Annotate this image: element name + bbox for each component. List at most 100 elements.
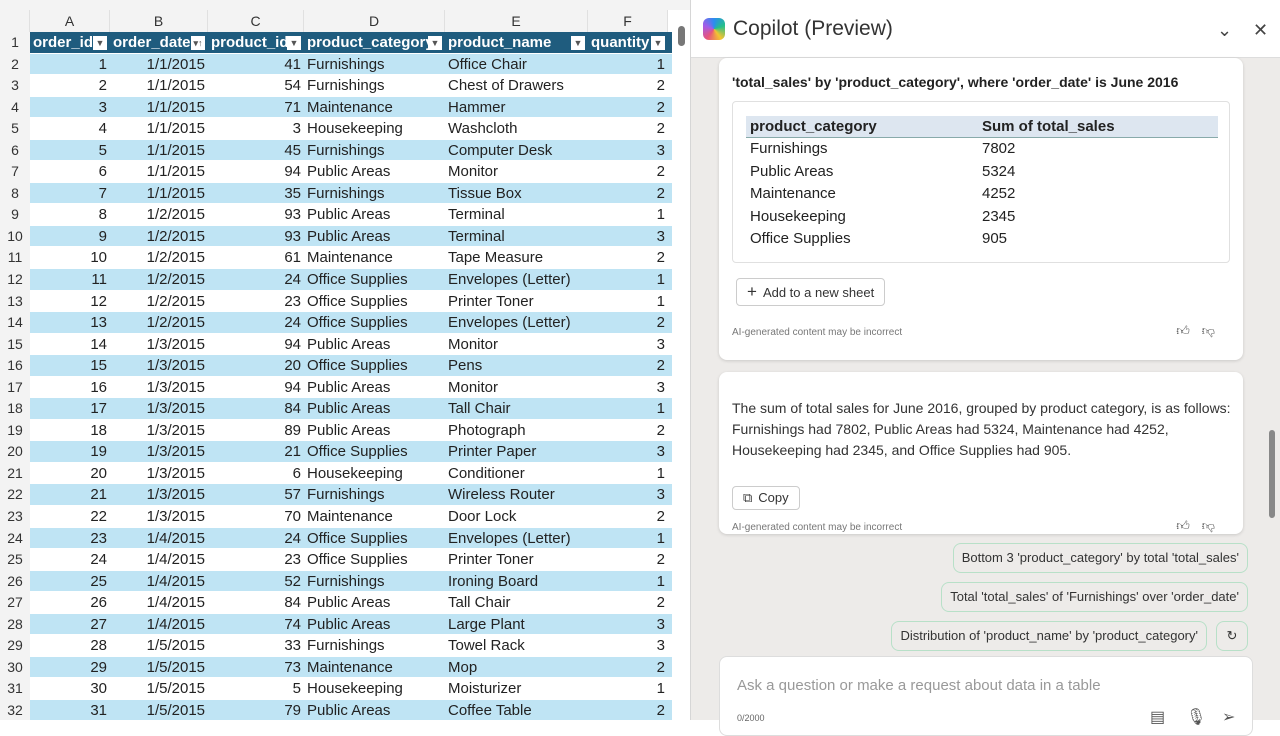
row-number[interactable]: 4 [0, 96, 30, 119]
cell-next[interactable] [668, 635, 672, 657]
header-next-col[interactable] [668, 32, 672, 54]
cell-order-date[interactable]: 1/2/2015 [110, 291, 208, 313]
cell-order-id[interactable]: 5 [30, 139, 110, 162]
cell-next[interactable] [668, 570, 672, 593]
cell-product-name[interactable]: Computer Desk [445, 139, 588, 162]
cell-next[interactable] [668, 139, 672, 162]
cell-product-category[interactable]: Office Supplies [304, 527, 445, 550]
cell-product-category[interactable]: Office Supplies [304, 355, 445, 377]
cell-next[interactable] [668, 161, 672, 183]
row-number[interactable]: 26 [0, 570, 30, 593]
cell-product-name[interactable]: Pens [445, 355, 588, 377]
cell-order-date[interactable]: 1/1/2015 [110, 96, 208, 119]
row-number[interactable]: 3 [0, 75, 30, 97]
cell-quantity[interactable]: 3 [588, 377, 668, 399]
cell-product-id[interactable]: 33 [208, 635, 304, 657]
cell-quantity[interactable]: 2 [588, 592, 668, 614]
cell-product-id[interactable]: 89 [208, 420, 304, 442]
cell-order-date[interactable]: 1/4/2015 [110, 592, 208, 614]
cell-product-id[interactable]: 93 [208, 204, 304, 226]
cell-order-id[interactable]: 3 [30, 96, 110, 119]
row-number[interactable]: 6 [0, 139, 30, 162]
cell-product-category[interactable]: Public Areas [304, 699, 445, 720]
cell-order-id[interactable]: 4 [30, 118, 110, 140]
row-number[interactable]: 22 [0, 484, 30, 507]
cell-product-category[interactable]: Office Supplies [304, 312, 445, 334]
cell-order-id[interactable]: 8 [30, 204, 110, 226]
cell-order-date[interactable]: 1/3/2015 [110, 441, 208, 463]
cell-quantity[interactable]: 3 [588, 635, 668, 657]
cell-quantity[interactable]: 2 [588, 96, 668, 119]
row-number[interactable]: 17 [0, 376, 30, 399]
row-number[interactable]: 15 [0, 333, 30, 356]
cell-product-id[interactable]: 3 [208, 118, 304, 140]
cell-order-id[interactable]: 16 [30, 377, 110, 399]
cell-order-id[interactable]: 13 [30, 312, 110, 334]
cell-order-date[interactable]: 1/4/2015 [110, 613, 208, 636]
cell-product-category[interactable]: Public Areas [304, 225, 445, 248]
cell-quantity[interactable]: 1 [588, 53, 668, 76]
cell-order-date[interactable]: 1/5/2015 [110, 656, 208, 679]
row-number[interactable]: 23 [0, 506, 30, 528]
suggestion-chip[interactable]: Bottom 3 'product_category' by total 'to… [952, 543, 1248, 573]
cell-product-name[interactable]: Envelopes (Letter) [445, 269, 588, 291]
cell-product-name[interactable]: Moisturizer [445, 678, 588, 700]
cell-quantity[interactable]: 2 [588, 549, 668, 571]
row-number[interactable]: 29 [0, 635, 30, 657]
cell-quantity[interactable]: 2 [588, 75, 668, 97]
cell-order-id[interactable]: 2 [30, 75, 110, 97]
cell-order-date[interactable]: 1/3/2015 [110, 463, 208, 485]
cell-order-id[interactable]: 9 [30, 225, 110, 248]
cell-next[interactable] [668, 225, 672, 248]
cell-order-date[interactable]: 1/1/2015 [110, 182, 208, 205]
cell-product-name[interactable]: Envelopes (Letter) [445, 312, 588, 334]
cell-product-id[interactable]: 24 [208, 312, 304, 334]
cell-order-date[interactable]: 1/4/2015 [110, 527, 208, 550]
header-product-id[interactable]: product_id ▼ [208, 32, 304, 54]
add-to-new-sheet-button[interactable]: + Add to a new sheet [736, 278, 886, 306]
cell-quantity[interactable]: 2 [588, 118, 668, 140]
cell-order-date[interactable]: 1/2/2015 [110, 225, 208, 248]
header-order-date[interactable]: order_date ▾↑ [110, 32, 208, 54]
col-header-a[interactable]: A [30, 10, 110, 32]
cell-order-date[interactable]: 1/1/2015 [110, 161, 208, 183]
cell-product-category[interactable]: Public Areas [304, 420, 445, 442]
col-header-c[interactable]: C [208, 10, 304, 32]
cell-product-id[interactable]: 57 [208, 484, 304, 507]
cell-order-id[interactable]: 10 [30, 247, 110, 270]
cell-product-id[interactable]: 20 [208, 355, 304, 377]
cell-next[interactable] [668, 291, 672, 313]
cell-product-category[interactable]: Office Supplies [304, 269, 445, 291]
col-header-d[interactable]: D [304, 10, 445, 32]
cell-product-id[interactable]: 24 [208, 527, 304, 550]
cell-quantity[interactable]: 2 [588, 699, 668, 720]
cell-product-name[interactable]: Printer Paper [445, 441, 588, 463]
cell-product-id[interactable]: 94 [208, 334, 304, 356]
row-number[interactable]: 28 [0, 613, 30, 636]
cell-quantity[interactable]: 3 [588, 334, 668, 356]
filter-dropdown-icon[interactable]: ▼ [287, 36, 301, 50]
cell-next[interactable] [668, 549, 672, 571]
filter-dropdown-icon[interactable]: ▼ [571, 36, 585, 50]
cell-product-name[interactable]: Terminal [445, 225, 588, 248]
cell-product-category[interactable]: Housekeeping [304, 678, 445, 700]
cell-product-name[interactable]: Envelopes (Letter) [445, 527, 588, 550]
cell-quantity[interactable]: 2 [588, 312, 668, 334]
cell-order-date[interactable]: 1/5/2015 [110, 635, 208, 657]
cell-order-date[interactable]: 1/3/2015 [110, 484, 208, 507]
cell-next[interactable] [668, 75, 672, 97]
cell-order-date[interactable]: 1/3/2015 [110, 398, 208, 420]
row-number[interactable]: 9 [0, 204, 30, 226]
cell-product-id[interactable]: 23 [208, 549, 304, 571]
cell-product-category[interactable]: Housekeeping [304, 118, 445, 140]
cell-next[interactable] [668, 506, 672, 528]
cell-product-id[interactable]: 54 [208, 75, 304, 97]
cell-quantity[interactable]: 2 [588, 161, 668, 183]
cell-quantity[interactable]: 3 [588, 484, 668, 507]
cell-next[interactable] [668, 118, 672, 140]
row-number[interactable]: 10 [0, 225, 30, 248]
cell-quantity[interactable]: 1 [588, 269, 668, 291]
cell-product-category[interactable]: Public Areas [304, 204, 445, 226]
cell-quantity[interactable]: 2 [588, 355, 668, 377]
row-number[interactable]: 8 [0, 182, 30, 205]
